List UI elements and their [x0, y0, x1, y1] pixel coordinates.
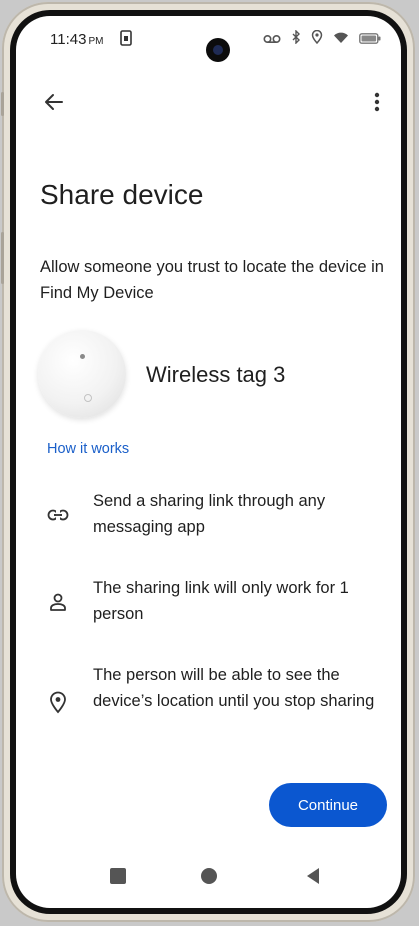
system-navigation-bar	[16, 856, 401, 896]
more-vert-icon	[374, 92, 380, 112]
more-options-button[interactable]	[367, 88, 387, 116]
triangle-back-icon	[307, 868, 319, 884]
back-button[interactable]	[40, 88, 68, 116]
page-title: Share device	[40, 179, 204, 210]
status-bar: 11:43 PM	[16, 16, 401, 62]
phone-frame: 11:43 PM Share device Allow someone you …	[1, 2, 415, 922]
bluetooth-icon	[291, 29, 301, 49]
info-text: The sharing link will only work for 1 pe…	[93, 579, 349, 623]
page-description: Allow someone you trust to locate the de…	[40, 258, 384, 302]
battery-icon	[359, 31, 381, 49]
device-name: Wireless tag 3	[146, 362, 286, 387]
sim-card-icon	[120, 30, 132, 51]
location-pin-icon	[46, 690, 70, 714]
phone-screen: 11:43 PM Share device Allow someone you …	[16, 16, 401, 908]
phone-bezel: 11:43 PM Share device Allow someone you …	[10, 10, 407, 914]
arrow-back-icon	[45, 94, 63, 110]
status-time-suffix: PM	[88, 36, 104, 47]
app-bar	[16, 78, 401, 126]
recents-button[interactable]	[110, 868, 126, 884]
status-icons	[263, 29, 381, 49]
wireless-tag-image	[38, 330, 126, 418]
info-text: The person will be able to see the devic…	[93, 666, 375, 710]
how-it-works-link[interactable]: How it works	[47, 441, 129, 457]
wifi-icon	[333, 31, 349, 49]
volume-button	[1, 232, 4, 284]
status-time: 11:43 PM	[50, 31, 104, 48]
link-icon	[46, 503, 70, 527]
location-icon	[311, 29, 323, 49]
front-camera	[206, 38, 230, 62]
continue-button[interactable]: Continue	[269, 783, 387, 827]
tag-led-dot	[80, 354, 85, 359]
power-button	[1, 92, 4, 116]
voicemail-icon	[263, 31, 281, 49]
info-text: Send a sharing link through any messagin…	[93, 492, 326, 536]
system-back-button[interactable]	[304, 866, 324, 886]
tag-logo-mark	[84, 394, 92, 402]
home-button[interactable]	[201, 868, 217, 884]
person-icon	[46, 590, 70, 614]
